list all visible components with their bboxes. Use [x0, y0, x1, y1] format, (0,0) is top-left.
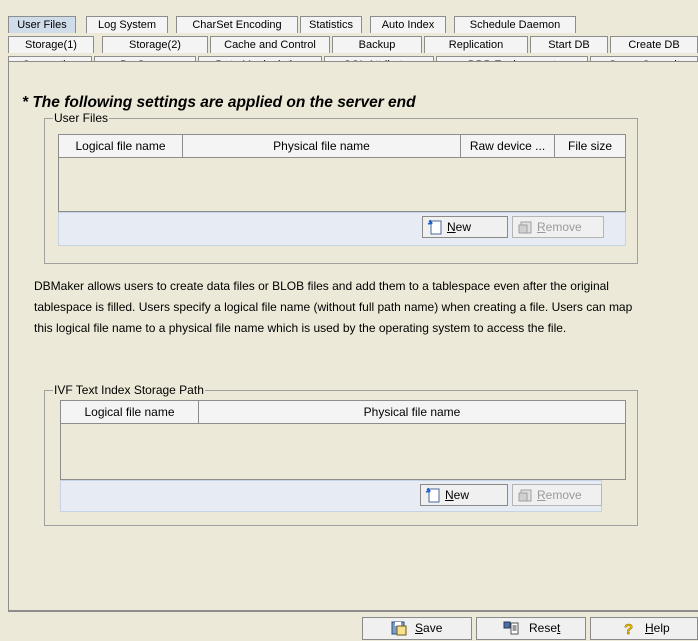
ivf-table[interactable]: Logical file name Physical file name: [60, 400, 626, 480]
save-button[interactable]: Save: [362, 617, 472, 640]
user-files-legend: User Files: [54, 111, 109, 125]
reset-icon: [503, 621, 519, 635]
column-file-size[interactable]: File size: [555, 135, 625, 157]
new-file-icon: [427, 219, 442, 235]
ivf-remove-button[interactable]: Remove: [512, 484, 602, 506]
ivf-legend: IVF Text Index Storage Path: [54, 383, 204, 397]
reset-button[interactable]: Reset: [476, 617, 586, 640]
tab-user-files[interactable]: User Files: [8, 16, 76, 33]
help-icon: ?: [624, 621, 634, 636]
remove-file-icon: [518, 221, 532, 234]
svg-text:?: ?: [624, 621, 633, 636]
tab-storage-1[interactable]: Storage(1): [8, 36, 94, 53]
ivf-table-header: Logical file name Physical file name: [61, 401, 625, 424]
tab-row-1: User Files Log System CharSet Encoding S…: [8, 16, 698, 34]
tab-start-db[interactable]: Start DB: [530, 36, 608, 53]
save-icon: [391, 621, 407, 636]
remove-file-icon: [518, 489, 532, 502]
column-raw-device[interactable]: Raw device ...: [461, 135, 555, 157]
tab-row-2: Storage(1) Storage(2) Cache and Control …: [8, 36, 698, 54]
tab-cache-and-control[interactable]: Cache and Control: [210, 36, 330, 53]
tab-charset-encoding[interactable]: CharSet Encoding: [176, 16, 298, 33]
column-physical-file-name[interactable]: Physical file name: [183, 135, 461, 157]
tab-log-system[interactable]: Log System: [86, 16, 168, 33]
page-title: * The following settings are applied on …: [22, 94, 416, 111]
tab-statistics[interactable]: Statistics: [300, 16, 362, 33]
help-button[interactable]: ? Help: [590, 617, 698, 640]
user-files-new-button[interactable]: New: [422, 216, 508, 238]
description-text: DBMaker allows users to create data file…: [34, 279, 633, 335]
user-files-remove-button[interactable]: Remove: [512, 216, 604, 238]
tab-auto-index[interactable]: Auto Index: [370, 16, 446, 33]
column-logical-file-name[interactable]: Logical file name: [59, 135, 183, 157]
tab-replication[interactable]: Replication: [424, 36, 528, 53]
tab-backup[interactable]: Backup: [332, 36, 422, 53]
ivf-new-button[interactable]: New: [420, 484, 508, 506]
new-file-icon: [425, 487, 440, 503]
tab-storage-2[interactable]: Storage(2): [102, 36, 208, 53]
user-files-table-header: Logical file name Physical file name Raw…: [59, 135, 625, 158]
user-files-table[interactable]: Logical file name Physical file name Raw…: [58, 134, 626, 212]
tab-create-db[interactable]: Create DB: [610, 36, 698, 53]
column-logical-file-name[interactable]: Logical file name: [61, 401, 199, 423]
tab-schedule-daemon[interactable]: Schedule Daemon: [454, 16, 576, 33]
column-physical-file-name[interactable]: Physical file name: [199, 401, 625, 423]
